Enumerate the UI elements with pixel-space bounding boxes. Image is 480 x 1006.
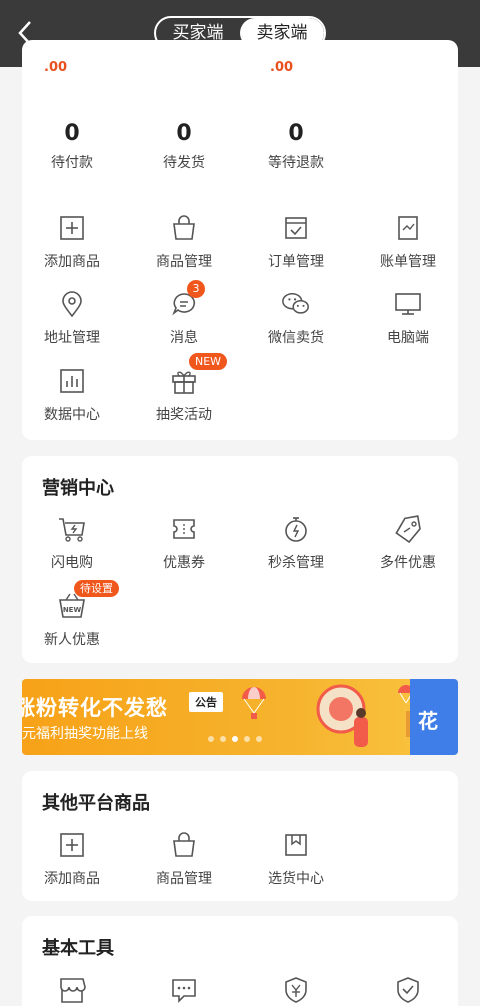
yuan-shield-icon <box>281 975 311 1005</box>
bar-chart-icon <box>57 366 87 396</box>
tool-label: 数据中心 <box>44 407 100 423</box>
carousel-dot[interactable] <box>244 736 250 742</box>
section-title: 其他平台商品 <box>42 793 150 814</box>
marketing-multi-item-discount[interactable]: 多件优惠 <box>358 514 458 572</box>
calendar-check-icon <box>281 213 311 243</box>
carousel-dot[interactable] <box>256 736 262 742</box>
bookmark-box-icon <box>281 830 311 860</box>
carousel-dot-active[interactable] <box>232 736 238 742</box>
shop-icon <box>57 975 87 1005</box>
wechat-icon <box>281 289 311 319</box>
next-banner-peek: 花 <box>410 679 458 755</box>
promo-banner[interactable]: 涨粉转化不发愁 元福利抽奖功能上线 公告 花 <box>22 679 458 755</box>
stat-value: 0 <box>64 121 80 146</box>
marketing-newcomer-discount[interactable]: NEW 待设置 新人优惠 <box>22 580 122 649</box>
message-dots-icon <box>169 975 199 1005</box>
tool-desktop[interactable]: 电脑端 <box>358 289 458 347</box>
marketing-flash-buy[interactable]: 闪电购 <box>22 514 122 572</box>
tool-wechat-selling[interactable]: 微信卖货 <box>246 289 346 347</box>
stat-label: 等待退款 <box>268 155 324 171</box>
bill-chart-icon <box>393 213 423 243</box>
tool-label: 地址管理 <box>44 330 100 346</box>
banner-headline: 涨粉转化不发愁 <box>22 696 168 720</box>
plus-square-icon <box>57 213 87 243</box>
tool-address-management[interactable]: 地址管理 <box>22 289 122 347</box>
tool-order-management[interactable]: 订单管理 <box>246 213 346 271</box>
stat-label: 待发货 <box>163 155 205 171</box>
chat-bubble-icon: 3 <box>169 280 205 319</box>
bag-icon <box>169 830 199 860</box>
unread-count-badge: 3 <box>187 280 205 298</box>
coupon-icon <box>169 514 199 544</box>
order-stats: 0 待付款 0 待发货 0 等待退款 <box>22 120 458 180</box>
parachute-icon <box>242 687 266 719</box>
tool-label: 抽奖活动 <box>156 407 212 423</box>
section-title: 基本工具 <box>42 938 114 959</box>
banner-illustration <box>242 684 420 747</box>
price-tag-icon <box>393 514 423 544</box>
new-basket-icon: NEW 待设置 <box>57 580 119 621</box>
tool-label: 商品管理 <box>156 254 212 270</box>
tool-label: 多件优惠 <box>380 555 436 571</box>
tool-lottery[interactable]: NEW 抽奖活动 <box>134 353 234 424</box>
carousel-dot[interactable] <box>208 736 214 742</box>
basic-tool-security[interactable] <box>358 975 458 1005</box>
tool-bill-management[interactable]: 账单管理 <box>358 213 458 271</box>
other-product-management[interactable]: 商品管理 <box>134 830 234 888</box>
check-shield-icon <box>393 975 423 1005</box>
svg-text:NEW: NEW <box>63 606 82 614</box>
stat-pending-payment[interactable]: 0 待付款 <box>22 120 122 172</box>
tool-label: 新人优惠 <box>44 632 100 648</box>
amount-partial: .00 <box>44 60 68 75</box>
stat-label: 待付款 <box>51 155 93 171</box>
tool-label: 添加商品 <box>44 871 100 887</box>
other-add-product[interactable]: 添加商品 <box>22 830 122 888</box>
tool-label: 添加商品 <box>44 254 100 270</box>
tool-label: 商品管理 <box>156 871 212 887</box>
tool-label: 优惠券 <box>163 555 205 571</box>
tool-label: 选货中心 <box>268 871 324 887</box>
banner-subline: 元福利抽奖功能上线 <box>22 726 148 742</box>
tool-label: 秒杀管理 <box>268 555 324 571</box>
gift-icon: NEW <box>169 353 228 396</box>
pending-setup-badge: 待设置 <box>74 580 119 597</box>
monitor-icon <box>393 289 423 319</box>
location-pin-icon <box>57 289 87 319</box>
amount-partial: .00 <box>270 60 294 75</box>
other-sourcing-center[interactable]: 选货中心 <box>246 830 346 888</box>
tool-label: 闪电购 <box>51 555 93 571</box>
new-badge: NEW <box>189 353 228 370</box>
basic-tool-shop[interactable] <box>22 975 122 1005</box>
tool-data-center[interactable]: 数据中心 <box>22 366 122 424</box>
basic-tool-payment[interactable] <box>246 975 346 1005</box>
stat-pending-shipment[interactable]: 0 待发货 <box>134 120 234 172</box>
flash-cart-icon <box>57 514 87 544</box>
marketing-coupon[interactable]: 优惠券 <box>134 514 234 572</box>
announcement-tag: 公告 <box>189 692 223 712</box>
next-banner-text: 花 <box>418 709 438 733</box>
tool-add-product[interactable]: 添加商品 <box>22 213 122 271</box>
tool-label: 账单管理 <box>380 254 436 270</box>
plus-square-icon <box>57 830 87 860</box>
carousel-dot[interactable] <box>220 736 226 742</box>
stopwatch-icon <box>281 514 311 544</box>
tool-label: 消息 <box>170 330 198 346</box>
tool-product-management[interactable]: 商品管理 <box>134 213 234 271</box>
marketing-flash-sale[interactable]: 秒杀管理 <box>246 514 346 572</box>
tool-label: 电脑端 <box>387 330 429 346</box>
bag-icon <box>169 213 199 243</box>
section-title: 营销中心 <box>42 478 114 499</box>
stat-awaiting-refund[interactable]: 0 等待退款 <box>246 120 346 172</box>
tool-label: 订单管理 <box>268 254 324 270</box>
tool-messages[interactable]: 3 消息 <box>134 280 234 347</box>
stat-value: 0 <box>176 121 192 146</box>
carousel-dots <box>208 736 262 742</box>
stat-value: 0 <box>288 121 304 146</box>
basic-tool-messages[interactable] <box>134 975 234 1005</box>
tool-label: 微信卖货 <box>268 330 324 346</box>
